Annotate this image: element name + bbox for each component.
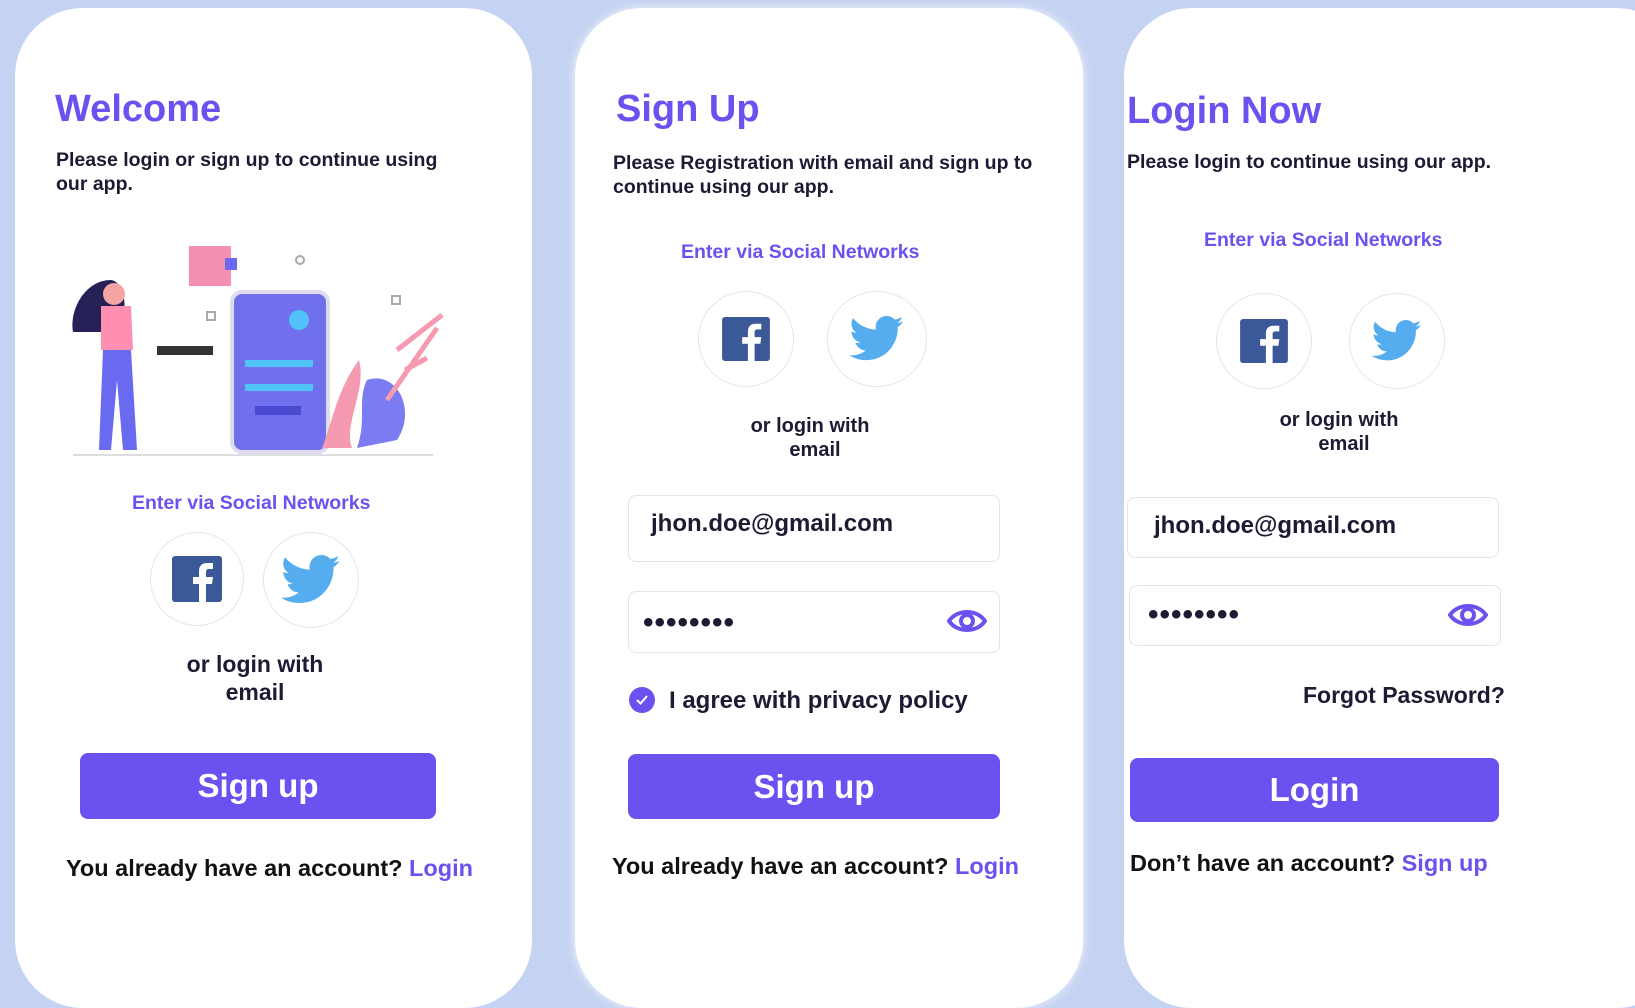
footer-text: Don’t have an account? Sign up [1130,850,1488,877]
login-link[interactable]: Login [409,855,473,881]
footer-text: You already have an account? Login [66,855,473,882]
eye-icon[interactable] [1448,601,1488,629]
login-card: Login Now Please login to continue using… [1124,8,1635,1008]
password-field[interactable]: •••••••• [628,591,1000,653]
social-networks-label: Enter via Social Networks [681,241,920,263]
password-mask: •••••••• [1148,598,1241,631]
login-button[interactable]: Login [1130,758,1499,822]
password-mask: •••••••• [643,606,736,639]
or-login-line-2: email [225,679,285,705]
signup-button[interactable]: Sign up [628,754,1000,819]
or-login-with-email-label: or login with email [735,414,885,462]
welcome-illustration [72,246,444,456]
or-login-line-1: or login with [750,415,870,437]
or-login-with-email-label: or login with email [170,650,340,706]
forgot-password-link[interactable]: Forgot Password? [1303,682,1505,709]
signup-button[interactable]: Sign up [80,753,436,819]
email-value: jhon.doe@gmail.com [651,510,894,537]
page-title: Sign Up [616,88,760,130]
facebook-button[interactable] [698,291,794,387]
login-link[interactable]: Login [955,853,1019,879]
or-login-with-email-label: or login with email [1264,408,1414,456]
footer-prompt: Don’t have an account? [1130,850,1396,876]
twitter-icon [849,316,904,361]
or-login-line-1: or login with [1279,409,1399,431]
email-field[interactable]: jhon.doe@gmail.com [628,495,1000,562]
eye-icon[interactable] [947,607,987,635]
footer-prompt: You already have an account? [66,855,403,881]
or-login-line-2: email [1318,433,1370,455]
social-networks-label: Enter via Social Networks [132,492,371,514]
page-description: Please login to continue using our app. [1127,151,1492,173]
signup-link[interactable]: Sign up [1402,850,1488,876]
email-value: jhon.doe@gmail.com [1154,512,1397,539]
facebook-button[interactable] [150,532,244,626]
facebook-button[interactable] [1216,293,1312,389]
twitter-icon [1371,320,1422,361]
or-login-line-1: or login with [186,651,324,677]
page-description: Please login or sign up to continue usin… [56,149,438,195]
page-title: Welcome [55,88,222,130]
twitter-icon [280,555,340,603]
facebook-icon [722,317,770,361]
signup-card: Sign Up Please Registration with email a… [575,8,1083,1008]
checkmark-icon [636,695,648,705]
facebook-icon [1240,319,1288,363]
facebook-icon [172,556,222,602]
social-networks-label: Enter via Social Networks [1204,229,1443,251]
twitter-button[interactable] [827,291,927,387]
welcome-card: Welcome Please login or sign up to conti… [15,8,532,1008]
privacy-checkbox[interactable] [629,687,655,713]
password-field[interactable]: •••••••• [1129,585,1501,646]
footer-text: You already have an account? Login [612,853,1019,880]
or-login-line-2: email [789,439,841,461]
twitter-button[interactable] [1349,293,1445,389]
email-field[interactable]: jhon.doe@gmail.com [1127,497,1499,558]
privacy-policy-label[interactable]: I agree with privacy policy [669,687,968,715]
page-title: Login Now [1127,90,1322,132]
footer-prompt: You already have an account? [612,853,949,879]
page-description: Please Registration with email and sign … [613,152,1033,198]
twitter-button[interactable] [263,532,359,628]
